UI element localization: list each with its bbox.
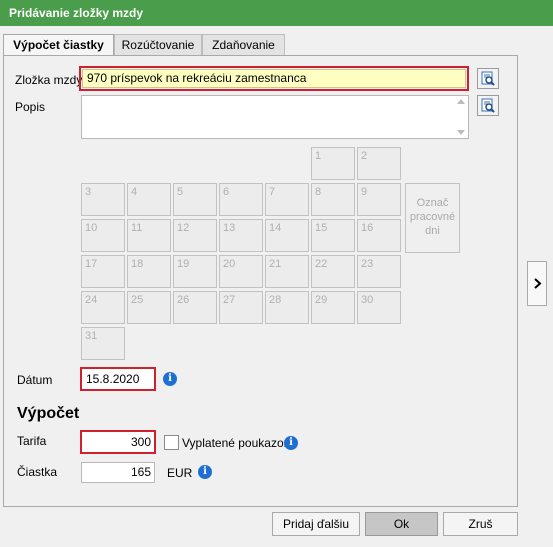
calendar-day[interactable]: 4 [127,183,171,216]
lookup-icon [481,98,495,113]
zlozka-label: Zložka mzdy [15,73,83,87]
calendar-day[interactable]: 28 [265,291,309,324]
ok-button[interactable]: Ok [365,512,438,536]
calendar-day[interactable]: 16 [357,219,401,252]
add-next-button[interactable]: Pridaj ďalšiu [272,512,360,536]
lookup-icon [481,71,495,86]
calendar-day[interactable]: 8 [311,183,355,216]
popis-textarea[interactable] [81,95,469,139]
calendar-day[interactable]: 29 [311,291,355,324]
calendar-day[interactable]: 24 [81,291,125,324]
calendar-day[interactable]: 19 [173,255,217,288]
tab-zdanovanie[interactable]: Zdaňovanie [202,34,285,55]
calendar-day[interactable]: 14 [265,219,309,252]
calendar-day[interactable]: 2 [357,147,401,180]
mark-working-days-button[interactable]: Označ pracovné dni [405,183,460,253]
calendar-day[interactable]: 30 [357,291,401,324]
popis-scrollbar[interactable] [455,97,467,137]
calendar-day[interactable]: 27 [219,291,263,324]
calendar-day[interactable]: 17 [81,255,125,288]
vyplatene-label: Vyplatené poukazom [182,436,294,450]
zlozka-input[interactable]: 970 príspevok na rekreáciu zamestnanca [82,69,466,88]
tab-rozuctovanie[interactable]: Rozúčtovanie [114,34,202,55]
calendar-day[interactable]: 20 [219,255,263,288]
info-icon[interactable]: i [163,372,177,386]
add-next-label: Pridaj ďalšiu [282,517,350,531]
calendar-day[interactable]: 13 [219,219,263,252]
calendar-day[interactable]: 3 [81,183,125,216]
calendar-day[interactable]: 31 [81,327,125,360]
datum-label: Dátum [17,373,53,387]
tarifa-input[interactable]: 300 [82,432,154,452]
info-icon[interactable]: i [284,436,298,450]
calendar-day[interactable]: 21 [265,255,309,288]
side-expand-button[interactable] [527,261,547,306]
vyplatene-checkbox[interactable] [164,435,179,450]
scroll-down-icon[interactable] [457,130,465,135]
datum-input[interactable]: 15.8.2020 [82,369,154,389]
ciastka-label: Čiastka [17,465,58,479]
calendar-day[interactable]: 23 [357,255,401,288]
info-icon[interactable]: i [198,465,212,479]
chevron-right-icon [534,278,542,289]
calendar-day[interactable]: 25 [127,291,171,324]
scroll-up-icon[interactable] [457,99,465,104]
cancel-label: Zruš [468,517,493,531]
ciastka-input[interactable]: 165 [81,462,155,483]
popis-label: Popis [15,100,46,114]
tarifa-label: Tarifa [17,434,47,448]
calendar-day[interactable]: 6 [219,183,263,216]
tab-vypocet-ciastky[interactable]: Výpočet čiastky [3,34,114,56]
calendar-day[interactable]: 9 [357,183,401,216]
currency-label: EUR [167,466,193,480]
calendar-day[interactable]: 11 [127,219,171,252]
calendar-day[interactable]: 1 [311,147,355,180]
calendar-day[interactable]: 18 [127,255,171,288]
calendar-day[interactable]: 26 [173,291,217,324]
ok-label: Ok [393,517,410,531]
popis-lookup-button[interactable] [477,95,499,116]
calendar-day[interactable]: 7 [265,183,309,216]
calendar-day[interactable]: 5 [173,183,217,216]
calendar-day[interactable]: 10 [81,219,125,252]
section-title-vypocet: Výpočet [17,405,80,422]
zlozka-lookup-button[interactable] [477,68,499,89]
window-title: Pridávanie zložky mzdy [0,0,553,26]
cancel-button[interactable]: Zruš [443,512,518,536]
calendar-day[interactable]: 12 [173,219,217,252]
calendar-day[interactable]: 15 [311,219,355,252]
calendar-day[interactable]: 22 [311,255,355,288]
